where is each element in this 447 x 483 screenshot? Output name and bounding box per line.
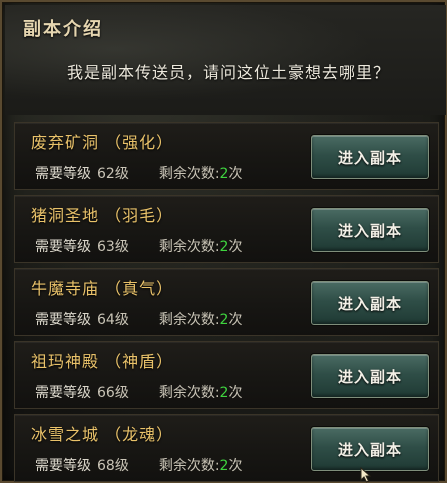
enter-dungeon-button[interactable]: 进入副本 (311, 281, 429, 325)
remaining-label: 剩余次数: (158, 239, 220, 255)
level-unit: 级 (114, 385, 129, 401)
level-label: 需要等级 (35, 458, 91, 474)
dungeon-info: 需要等级 66级 剩余次数:2次 (35, 382, 242, 402)
remaining-unit: 次 (228, 166, 243, 182)
remaining-unit: 次 (228, 385, 243, 401)
dungeon-name: 冰雪之城 （龙魂） (31, 425, 174, 444)
dungeon-info: 需要等级 62级 剩余次数:2次 (35, 163, 242, 183)
dungeon-name: 牛魔寺庙 （真气） (31, 279, 174, 298)
dungeon-teleport-panel: 副本介绍 我是副本传送员，请问这位土豪想去哪里？ 废弃矿洞 （强化） 需要等级 6… (0, 0, 447, 483)
level-value: 64 (97, 312, 115, 328)
dungeon-row: 废弃矿洞 （强化） 需要等级 62级 剩余次数:2次 进入副本 (14, 122, 439, 190)
panel-title: 副本介绍 (23, 19, 103, 40)
remaining-label: 剩余次数: (158, 312, 220, 328)
level-label: 需要等级 (35, 312, 91, 328)
level-label: 需要等级 (35, 239, 91, 255)
dungeon-info: 需要等级 63级 剩余次数:2次 (35, 236, 242, 256)
level-unit: 级 (114, 312, 129, 328)
dungeon-name: 祖玛神殿 （神盾） (31, 352, 174, 371)
remaining-label: 剩余次数: (158, 458, 220, 474)
level-unit: 级 (114, 458, 129, 474)
level-value: 62 (97, 166, 115, 182)
dungeon-row: 猪洞圣地 （羽毛） 需要等级 63级 剩余次数:2次 进入副本 (14, 195, 439, 263)
level-label: 需要等级 (35, 385, 91, 401)
level-unit: 级 (114, 239, 129, 255)
remaining-unit: 次 (228, 239, 243, 255)
dungeon-row: 牛魔寺庙 （真气） 需要等级 64级 剩余次数:2次 进入副本 (14, 268, 439, 336)
dungeon-row: 冰雪之城 （龙魂） 需要等级 68级 剩余次数:2次 进入副本 (14, 414, 439, 482)
dungeon-row: 祖玛神殿 （神盾） 需要等级 66级 剩余次数:2次 进入副本 (14, 341, 439, 409)
dungeon-info: 需要等级 64级 剩余次数:2次 (35, 309, 242, 329)
remaining-unit: 次 (228, 312, 243, 328)
level-unit: 级 (114, 166, 129, 182)
npc-greeting: 我是副本传送员，请问这位土豪想去哪里？ (66, 63, 390, 82)
level-value: 68 (97, 458, 115, 474)
panel-header: 副本介绍 我是副本传送员，请问这位土豪想去哪里？ (5, 5, 446, 115)
level-value: 63 (97, 239, 115, 255)
remaining-label: 剩余次数: (158, 385, 220, 401)
dungeon-name: 废弃矿洞 （强化） (31, 133, 174, 152)
enter-dungeon-button[interactable]: 进入副本 (311, 208, 429, 252)
remaining-unit: 次 (228, 458, 243, 474)
enter-dungeon-button[interactable]: 进入副本 (311, 427, 429, 471)
dungeon-info: 需要等级 68级 剩余次数:2次 (35, 455, 242, 475)
enter-dungeon-button[interactable]: 进入副本 (311, 135, 429, 179)
remaining-label: 剩余次数: (158, 166, 220, 182)
level-label: 需要等级 (35, 166, 91, 182)
level-value: 66 (97, 385, 115, 401)
dungeon-name: 猪洞圣地 （羽毛） (31, 206, 174, 225)
mouse-cursor-icon (360, 467, 372, 483)
enter-dungeon-button[interactable]: 进入副本 (311, 354, 429, 398)
